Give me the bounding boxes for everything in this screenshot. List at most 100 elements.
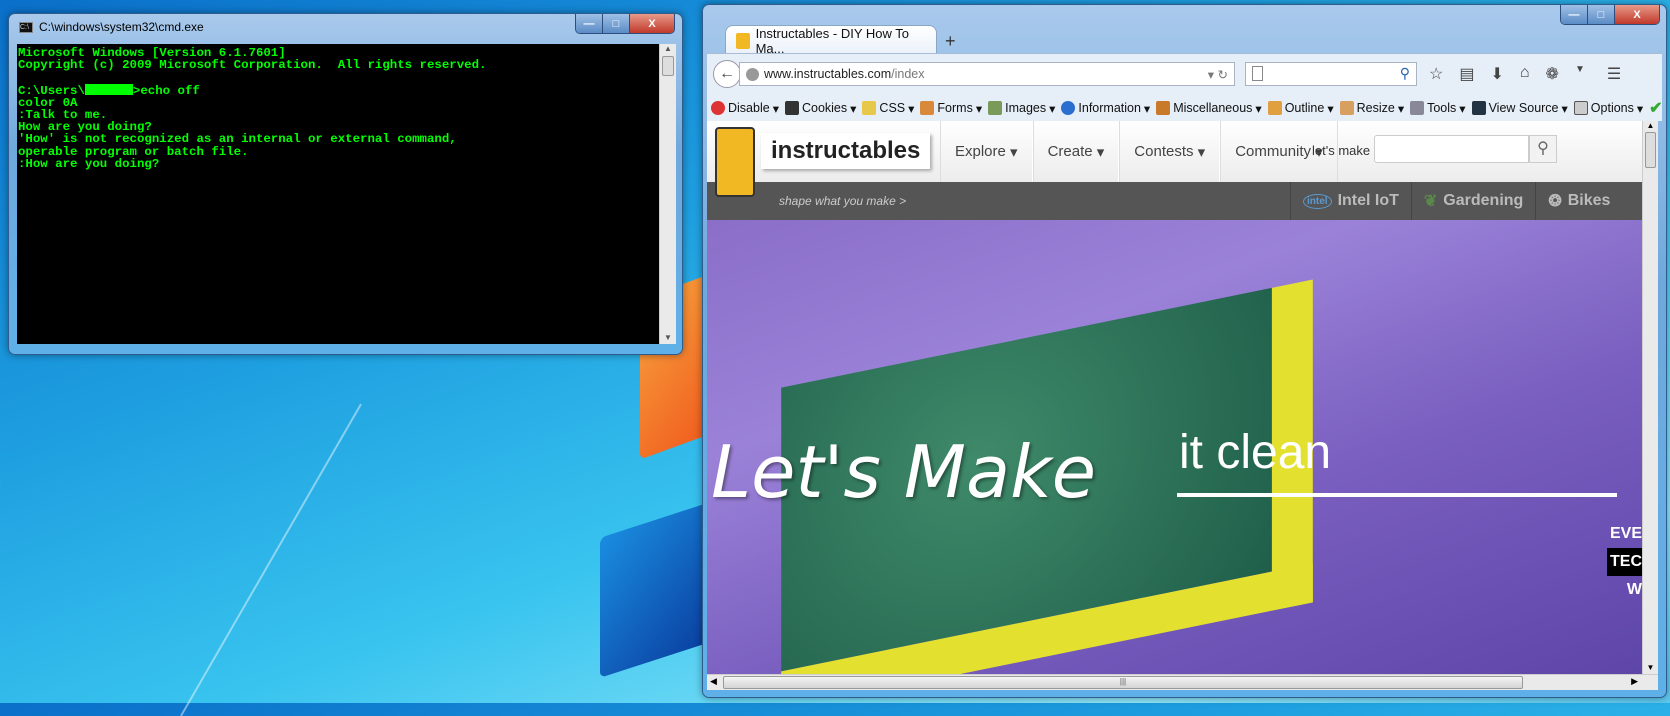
toolbar-tools[interactable]: Tools ▾ xyxy=(1410,101,1466,116)
windows-flag-blue xyxy=(600,502,710,678)
scroll-right-arrow-icon[interactable]: ▶ xyxy=(1631,676,1638,687)
hero-banner[interactable]: Let's Make it clean EVE TEC W xyxy=(707,220,1642,674)
scroll-up-arrow-icon[interactable]: ▲ xyxy=(660,44,676,53)
firebug-icon[interactable]: ❁ xyxy=(1546,64,1559,84)
scroll-thumb[interactable] xyxy=(1645,132,1656,168)
cmd-output: Microsoft Windows [Version 6.1.7601] Cop… xyxy=(18,46,487,171)
outline-pencil-icon xyxy=(1267,101,1282,115)
toolbar-view-source[interactable]: View Source ▾ xyxy=(1471,101,1568,116)
cmd-icon: C:\ xyxy=(19,21,33,33)
toolbar-disable[interactable]: Disable ▾ xyxy=(711,101,779,116)
css-wand-icon xyxy=(862,101,877,115)
scroll-down-arrow-icon[interactable]: ▼ xyxy=(660,333,676,342)
category-intel-iot[interactable]: intel Intel IoT xyxy=(1290,182,1411,220)
scroll-thumb[interactable] xyxy=(662,56,674,76)
cmd-console[interactable]: Microsoft Windows [Version 6.1.7601] Cop… xyxy=(17,44,659,344)
toolbar-label: Forms xyxy=(937,101,973,115)
site-header: instructables Explore ▾ Create ▾ Contest… xyxy=(707,121,1642,197)
scroll-thumb[interactable]: ||| xyxy=(723,676,1523,689)
cmd-window: C:\ C:\windows\system32\cmd.exe — □ X Mi… xyxy=(8,13,683,355)
back-button[interactable]: ← xyxy=(713,60,741,88)
instructables-favicon-icon xyxy=(736,32,750,49)
category-gardening[interactable]: ❦ Gardening xyxy=(1410,182,1535,220)
site-search-button[interactable]: ⚲ xyxy=(1529,135,1557,163)
hero-title: Let's Make xyxy=(711,430,1097,514)
disable-icon xyxy=(711,101,725,115)
toolbar-cookies[interactable]: Cookies ▾ xyxy=(784,101,856,116)
toolbar-label: View Source xyxy=(1488,101,1559,115)
menu-icon[interactable]: ☰ xyxy=(1607,64,1621,84)
page-horizontal-scrollbar[interactable]: ◀ ||| ▶ xyxy=(707,674,1658,690)
nav-explore[interactable]: Explore ▾ xyxy=(940,121,1033,182)
toolbar-label: Cookies xyxy=(801,101,848,115)
search-engine-icon[interactable] xyxy=(1252,66,1263,81)
nav-contests[interactable]: Contests ▾ xyxy=(1119,121,1221,182)
toolbar-information[interactable]: Information ▾ xyxy=(1061,101,1150,116)
toolbar-resize[interactable]: Resize ▾ xyxy=(1339,101,1404,116)
robot-mascot-logo[interactable] xyxy=(715,127,755,197)
reload-icon[interactable]: ▾ ↻ xyxy=(1208,67,1228,82)
toolbar-label: Tools xyxy=(1427,101,1457,115)
cmd-caption-buttons: — □ X xyxy=(575,14,675,34)
nav-create[interactable]: Create ▾ xyxy=(1032,121,1120,182)
site-search-input[interactable] xyxy=(1374,135,1529,163)
scroll-left-arrow-icon[interactable]: ◀ xyxy=(710,676,717,687)
new-tab-button[interactable]: + xyxy=(945,31,956,52)
cmd-titlebar[interactable]: C:\ C:\windows\system32\cmd.exe xyxy=(19,20,204,34)
page-vertical-scrollbar[interactable]: ▲ ▼ xyxy=(1642,121,1658,674)
nav-toolbar-icons: ☆ ▤ ⬇ ⌂ ❁ ▼ ☰ xyxy=(1429,64,1621,84)
toolbar-css[interactable]: CSS ▾ xyxy=(862,101,914,116)
images-icon xyxy=(988,101,1003,115)
toolbar-label: Miscellaneous xyxy=(1173,101,1253,115)
validation-check-icon[interactable]: ✔ xyxy=(1649,98,1662,118)
toolbar-label: CSS xyxy=(879,101,906,115)
toolbar-miscellaneous[interactable]: Miscellaneous ▾ xyxy=(1156,101,1262,116)
toolbar-label: Information xyxy=(1078,101,1141,115)
scroll-up-arrow-icon[interactable]: ▲ xyxy=(1643,121,1658,130)
cmd-scrollbar[interactable]: ▲ ▼ xyxy=(659,44,676,344)
search-bar[interactable]: ⚲ xyxy=(1245,62,1417,86)
toolbar-label: Images xyxy=(1005,101,1047,115)
hero-subtitle: it clean xyxy=(1179,426,1332,479)
wallpaper-streak xyxy=(180,403,362,716)
toolbar-label: Outline xyxy=(1284,101,1325,115)
view-source-icon xyxy=(1471,101,1486,115)
category-bar: shape what you make > intel Intel IoT ❦ Ga… xyxy=(707,182,1642,220)
url-bar[interactable]: www.instructables.com/index ▾ ↻ xyxy=(739,62,1235,86)
tab-title: Instructables - DIY How To Ma... xyxy=(755,25,909,56)
toolbar-forms[interactable]: Forms ▾ xyxy=(920,101,982,116)
bookmark-star-icon[interactable]: ☆ xyxy=(1429,64,1443,84)
search-label: let's make xyxy=(1312,143,1371,158)
home-icon[interactable]: ⌂ xyxy=(1520,64,1530,84)
nav-bar: ← www.instructables.com/index ▾ ↻ ⚲ ☆ ▤ … xyxy=(707,53,1662,95)
cmd-title: C:\windows\system32\cmd.exe xyxy=(39,20,204,34)
close-button[interactable]: X xyxy=(1615,5,1659,24)
tagline[interactable]: shape what you make > xyxy=(779,194,906,208)
forms-icon xyxy=(920,101,935,115)
globe-icon xyxy=(746,67,759,81)
maximize-button[interactable]: □ xyxy=(603,14,630,33)
hero-side-text: EVE TEC W xyxy=(1607,520,1642,604)
toolbar-outline[interactable]: Outline ▾ xyxy=(1267,101,1334,116)
minimize-button[interactable]: — xyxy=(1561,5,1588,24)
bookmarks-list-icon[interactable]: ▤ xyxy=(1459,64,1474,84)
site-logo[interactable]: instructables xyxy=(761,133,931,169)
leaf-icon: ❦ xyxy=(1423,193,1438,210)
site-nav: Explore ▾ Create ▾ Contests ▾ Community … xyxy=(940,121,1338,182)
scroll-down-arrow-icon[interactable]: ▼ xyxy=(1643,663,1658,672)
search-icon[interactable]: ⚲ xyxy=(1400,65,1410,82)
toolbar-label: Resize xyxy=(1356,101,1395,115)
close-button[interactable]: X xyxy=(630,14,674,33)
toolbar-images[interactable]: Images ▾ xyxy=(988,101,1055,116)
url-path: /index xyxy=(891,67,925,81)
download-icon[interactable]: ⬇ xyxy=(1490,64,1503,84)
information-icon xyxy=(1061,101,1076,115)
maximize-button[interactable]: □ xyxy=(1588,5,1615,24)
dropdown-icon[interactable]: ▼ xyxy=(1575,64,1585,84)
toolbar-label: Options xyxy=(1590,101,1634,115)
category-bikes[interactable]: ❂ Bikes xyxy=(1535,182,1622,220)
browser-tab[interactable]: Instructables - DIY How To Ma... xyxy=(725,25,937,56)
cookies-icon xyxy=(784,101,799,115)
minimize-button[interactable]: — xyxy=(576,14,603,33)
toolbar-options[interactable]: Options ▾ xyxy=(1573,101,1643,116)
